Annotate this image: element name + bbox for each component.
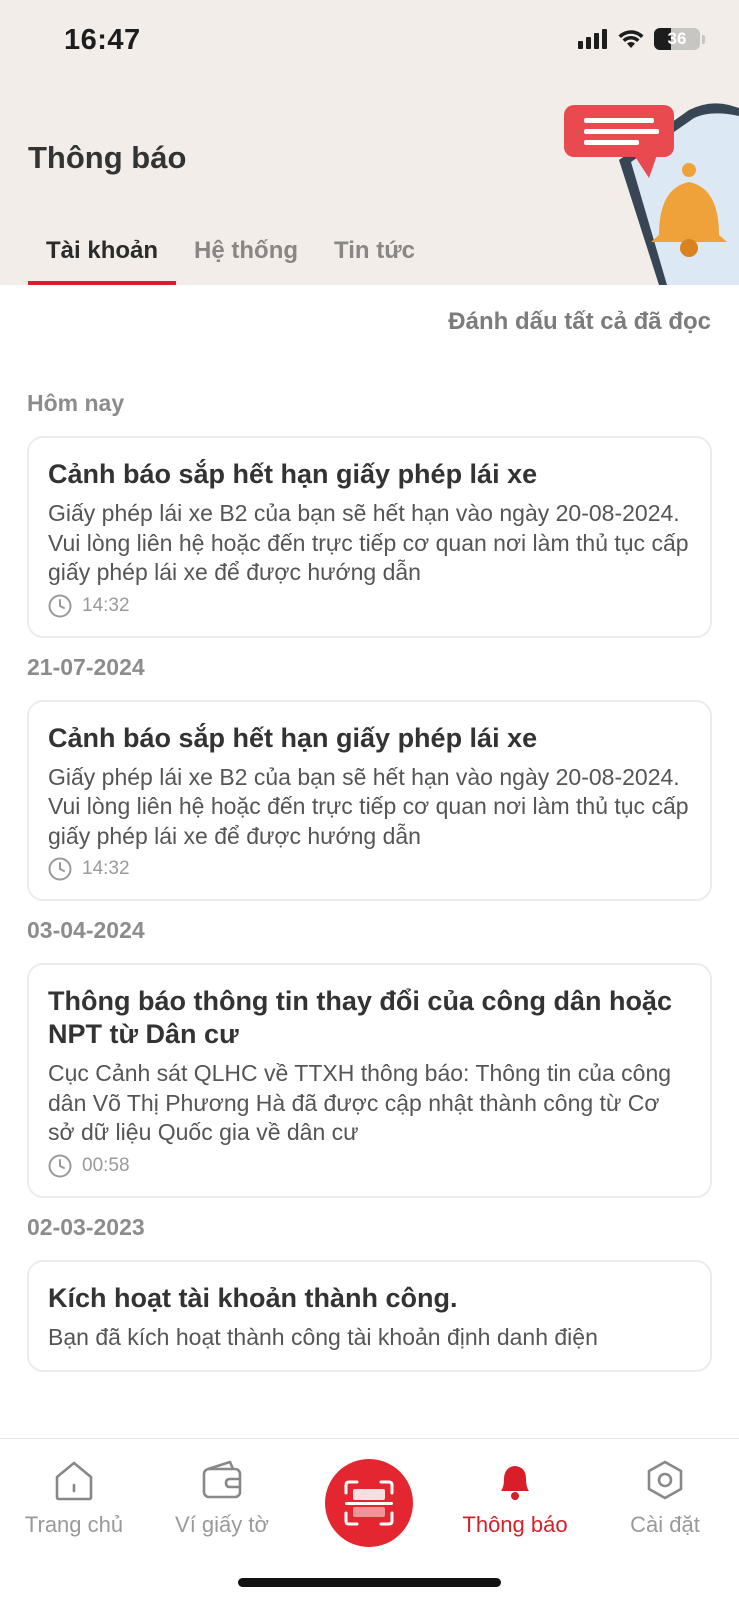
battery-icon: 36 <box>654 28 700 50</box>
battery-level: 36 <box>667 29 687 48</box>
notification-time: 00:58 <box>48 1154 691 1178</box>
bell-icon <box>501 1466 529 1500</box>
notification-title: Kích hoạt tài khoản thành công. <box>48 1282 458 1313</box>
phone-bell-illustration <box>564 103 739 285</box>
wifi-icon <box>618 30 644 48</box>
bottom-nav: Trang chủ Ví giấy tờ Thông báo Cài đặt <box>0 1438 739 1601</box>
section-date: 21-07-2024 <box>27 653 145 680</box>
header: 16:47 36 Thông báo Tài khoản Hệ thống Ti… <box>0 0 739 285</box>
notification-body: Cục Cảnh sát QLHC về TTXH thông báo: Thô… <box>48 1060 672 1145</box>
wallet-icon <box>202 1460 242 1499</box>
scan-icon <box>344 1480 394 1526</box>
nav-settings[interactable]: Cài đặt <box>595 1459 735 1538</box>
status-icons: 36 <box>578 28 705 50</box>
signal-icon <box>578 29 607 49</box>
notification-card[interactable]: Cảnh báo sắp hết hạn giấy phép lái xe Gi… <box>27 436 712 638</box>
tab-news[interactable]: Tin tức <box>316 230 433 285</box>
time-text: 00:58 <box>82 1154 130 1176</box>
notification-body: Giấy phép lái xe B2 của bạn sẽ hết hạn v… <box>48 763 689 849</box>
notification-card[interactable]: Kích hoạt tài khoản thành công. Bạn đã k… <box>27 1259 712 1372</box>
notification-list: Hôm nay Cảnh báo sắp hết hạn giấy phép l… <box>27 390 712 1388</box>
notification-title: Cảnh báo sắp hết hạn giấy phép lái xe <box>48 459 538 489</box>
nav-wallet-label: Ví giấy tờ <box>175 1512 269 1537</box>
nav-notifications-label: Thông báo <box>462 1512 568 1537</box>
section-date: Hôm nay <box>27 390 125 416</box>
tab-account[interactable]: Tài khoản <box>28 230 177 285</box>
time-text: 14:32 <box>82 594 130 616</box>
notification-card[interactable]: Thông báo thông tin thay đổi của công dâ… <box>27 963 712 1198</box>
time-text: 14:32 <box>82 858 130 879</box>
mark-all-read-button[interactable]: Đánh dấu tất cả đã đọc <box>448 308 711 336</box>
notification-time: 14:32 <box>48 857 691 881</box>
nav-home[interactable]: Trang chủ <box>4 1459 144 1538</box>
notification-body: Giấy phép lái xe B2 của bạn sẽ hết hạn v… <box>48 500 689 585</box>
battery-tip <box>702 34 705 44</box>
clock-icon <box>48 594 72 617</box>
notification-body: Bạn đã kích hoạt thành công tài khoản đị… <box>48 1323 598 1350</box>
notification-card[interactable]: Cảnh báo sắp hết hạn giấy phép lái xe Gi… <box>27 699 712 901</box>
notification-title: Cảnh báo sắp hết hạn giấy phép lái xe <box>48 722 538 753</box>
nav-settings-label: Cài đặt <box>630 1512 700 1537</box>
status-time: 16:47 <box>64 24 141 56</box>
nav-notifications[interactable]: Thông báo <box>445 1459 585 1538</box>
scan-button[interactable] <box>325 1459 413 1547</box>
home-icon <box>55 1461 93 1501</box>
tab-system[interactable]: Hệ thống <box>176 230 316 285</box>
page-title: Thông báo <box>28 140 187 175</box>
clock-icon <box>48 1154 72 1177</box>
section-date: 02-03-2023 <box>27 1213 145 1240</box>
nav-wallet[interactable]: Ví giấy tờ <box>152 1459 292 1538</box>
clock-icon <box>48 857 72 881</box>
home-indicator <box>238 1578 501 1587</box>
settings-icon <box>647 1460 683 1500</box>
nav-home-label: Trang chủ <box>24 1512 124 1537</box>
section-date: 03-04-2024 <box>27 917 145 943</box>
tab-bar: Tài khoản Hệ thống Tin tức <box>28 230 433 285</box>
notification-title: Thông báo thông tin thay đổi của công dâ… <box>48 986 672 1049</box>
notification-time: 14:32 <box>48 594 691 618</box>
